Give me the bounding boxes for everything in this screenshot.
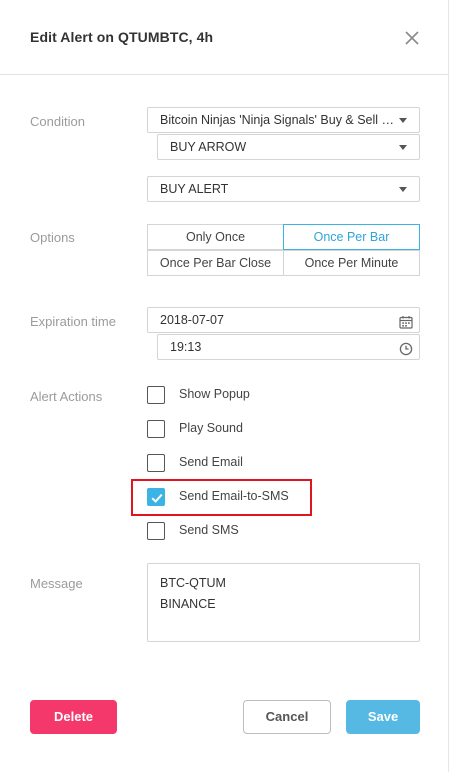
condition-label: Condition [30,114,85,129]
chevron-down-icon [399,187,407,192]
options-label: Options [30,230,75,245]
play-sound-checkbox[interactable] [147,420,165,438]
send-sms-label: Send SMS [179,523,239,537]
play-sound-label: Play Sound [179,421,243,435]
message-line: BINANCE [160,597,216,611]
save-button[interactable]: Save [346,700,420,734]
expiration-date-value: 2018-07-07 [160,313,224,327]
condition-signal-value: BUY ARROW [170,140,247,154]
send-email-label: Send Email [179,455,243,469]
send-sms-checkbox[interactable] [147,522,165,540]
alert-actions-label: Alert Actions [30,389,103,404]
cancel-button[interactable]: Cancel [243,700,331,734]
show-popup-checkbox[interactable] [147,386,165,404]
highlight-annotation-box [131,479,312,516]
delete-button[interactable]: Delete [30,700,117,734]
calendar-icon[interactable] [399,313,413,329]
option-once-per-bar[interactable]: Once Per Bar [283,224,420,250]
close-icon[interactable] [402,28,422,48]
message-label: Message [30,576,83,591]
show-popup-label: Show Popup [179,387,250,401]
expiration-date-field[interactable]: 2018-07-07 [147,307,420,333]
condition-alert-value: BUY ALERT [160,182,229,196]
send-email-checkbox[interactable] [147,454,165,472]
expiration-time-field[interactable]: 19:13 [157,334,420,360]
message-line: BTC-QTUM [160,576,226,590]
condition-alert-select[interactable]: BUY ALERT [147,176,420,202]
condition-indicator-value: Bitcoin Ninjas 'Ninja Signals' Buy & Sel… [160,113,420,127]
message-textarea[interactable]: BTC-QTUM BINANCE [147,563,420,642]
expiration-time-value: 19:13 [170,340,202,354]
edit-alert-dialog: Edit Alert on QTUMBTC, 4h Condition Bitc… [0,0,449,772]
option-once-per-minute[interactable]: Once Per Minute [283,250,420,276]
condition-signal-select[interactable]: BUY ARROW [157,134,420,160]
chevron-down-icon [399,118,407,123]
option-once-per-bar-close[interactable]: Once Per Bar Close [147,250,284,276]
expiration-label: Expiration time [30,314,116,329]
clock-icon[interactable] [399,340,413,356]
chevron-down-icon [399,145,407,150]
condition-indicator-select[interactable]: Bitcoin Ninjas 'Ninja Signals' Buy & Sel… [147,107,420,133]
dialog-header: Edit Alert on QTUMBTC, 4h [0,0,449,75]
dialog-title: Edit Alert on QTUMBTC, 4h [30,29,214,45]
option-only-once[interactable]: Only Once [147,224,284,250]
